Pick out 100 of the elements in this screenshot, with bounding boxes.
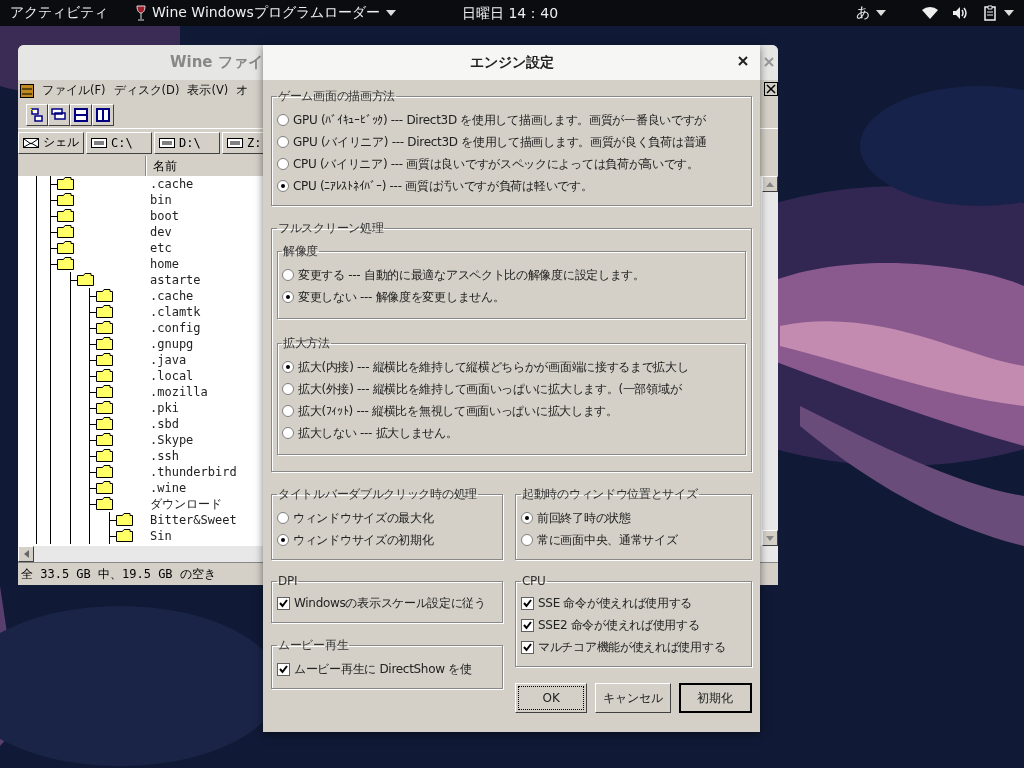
checkbox[interactable]	[277, 596, 290, 610]
checkbox[interactable]	[521, 640, 534, 654]
drive-icon	[227, 137, 243, 148]
activities-button[interactable]: アクティビティ	[10, 4, 108, 22]
file-name[interactable]: bin	[146, 193, 172, 207]
checkbox[interactable]	[521, 618, 534, 632]
cascade-icon[interactable]	[48, 103, 70, 126]
file-name[interactable]: .Skype	[146, 433, 194, 447]
file-name[interactable]: .local	[146, 369, 194, 383]
option-label: Windowsの表示スケール設定に従う	[294, 594, 486, 612]
group-title: CPU	[521, 574, 547, 588]
file-name[interactable]: .pki	[146, 401, 179, 415]
option-label: ウィンドウサイズの初期化	[293, 531, 434, 549]
tile-vertical-icon[interactable]	[92, 103, 114, 126]
file-name[interactable]: .wine	[146, 481, 187, 495]
file-name[interactable]: .sbd	[146, 417, 179, 431]
file-name[interactable]: etc	[146, 241, 172, 255]
drawer-icon[interactable]	[20, 83, 34, 98]
tree-view-icon[interactable]	[26, 103, 48, 126]
drive-icon	[23, 137, 39, 148]
option-label: マルチコア機能が使えれば使用する	[538, 638, 726, 656]
file-name[interactable]: .cache	[146, 177, 194, 191]
radio-button[interactable]	[277, 180, 289, 192]
file-name[interactable]: .java	[146, 353, 187, 367]
clipboard-icon[interactable]	[984, 5, 996, 21]
file-name[interactable]: ダウンロード	[146, 495, 222, 513]
group-title: ゲーム画面の描画方法	[277, 88, 396, 105]
caret-icon	[876, 10, 886, 16]
app-menu[interactable]: Wine Windowsプログラムローダー	[136, 4, 396, 22]
radio-button[interactable]	[282, 361, 294, 373]
group-title: 拡大方法	[282, 335, 331, 352]
option-label: SSE 命令が使えれば使用する	[538, 594, 693, 612]
checkbox[interactable]	[521, 596, 534, 610]
option-label: 前回終了時の状態	[537, 509, 631, 527]
radio-button[interactable]	[282, 427, 294, 439]
option-label: GPU (バイリニア) --- Direct3D を使用して描画します。画質が良く負荷は普通	[293, 133, 707, 151]
radio-button[interactable]	[277, 534, 289, 546]
menu-item[interactable]: 表示(V)	[187, 83, 229, 98]
drive-icon	[91, 137, 107, 148]
dialog-button[interactable]: OK	[515, 683, 588, 713]
checkbox[interactable]	[277, 662, 290, 676]
file-name[interactable]: home	[146, 257, 179, 271]
file-name[interactable]: .cache	[146, 289, 194, 303]
file-name[interactable]: boot	[146, 209, 179, 223]
drive-icon	[159, 137, 175, 148]
left-arrow-icon[interactable]	[23, 550, 29, 558]
wine-glass-icon	[136, 5, 146, 21]
volume-icon[interactable]	[952, 6, 968, 20]
caret-icon	[1004, 10, 1014, 16]
drive-tab[interactable]: D:\	[154, 131, 220, 154]
dialog-button[interactable]: キャンセル	[595, 683, 671, 713]
radio-button[interactable]	[282, 269, 294, 281]
input-method-menu[interactable]: あ	[856, 4, 886, 22]
window-title: Wine ファイ	[170, 53, 263, 72]
file-name[interactable]: astarte	[146, 273, 201, 287]
radio-button[interactable]	[277, 512, 289, 524]
option-label: ムービー再生に DirectShow を使	[294, 660, 472, 678]
option-label: ウィンドウサイズの最大化	[293, 509, 434, 527]
radio-button[interactable]	[277, 114, 289, 126]
option-label: 常に画面中央、通常サイズ	[537, 531, 678, 549]
drive-tab[interactable]: C:\	[86, 131, 152, 154]
radio-button[interactable]	[282, 291, 294, 303]
file-name[interactable]: .mozilla	[146, 385, 208, 399]
group-title: タイトルバーダブルクリック時の処理	[277, 486, 478, 503]
group-title: 起動時のウィンドウ位置とサイズ	[521, 486, 699, 503]
menu-item[interactable]: ディスク(D)	[113, 83, 180, 98]
caret-icon	[385, 10, 396, 16]
file-name[interactable]: .config	[146, 321, 201, 335]
tile-horizontal-icon[interactable]	[70, 103, 92, 126]
option-label: CPU (ﾆｱﾚｽﾄﾈｲﾊﾞｰ) --- 画質は汚いですが負荷は軽いです。	[293, 177, 593, 195]
radio-button[interactable]	[521, 512, 533, 524]
file-name[interactable]: dev	[146, 225, 172, 239]
radio-button[interactable]	[521, 534, 533, 546]
file-name[interactable]: .thunderbird	[146, 465, 237, 479]
drive-tab[interactable]: シェル	[18, 131, 84, 154]
option-label: 変更しない --- 解像度を変更しません。	[298, 288, 505, 306]
group-title: DPI	[277, 574, 299, 588]
close-icon[interactable]	[738, 56, 748, 66]
option-label: 拡大(ﾌｨｯﾄ) --- 縦横比を無視して画面いっぱいに拡大します。	[298, 402, 618, 420]
clock[interactable]: 日曜日 14：40	[462, 5, 559, 23]
menu-item[interactable]: オ	[236, 83, 249, 98]
dialog-title: エンジン設定	[469, 53, 554, 72]
radio-button[interactable]	[282, 383, 294, 395]
file-name[interactable]: .clamtk	[146, 305, 201, 319]
option-label: GPU (ﾊﾞｲｷｭｰﾋﾞｯｸ) --- Direct3D を使用して描画します。画質が一番良いですが	[293, 111, 707, 129]
option-label: 拡大(内接) --- 縦横比を維持して縦横どちらかが画面端に接するまで拡大し	[298, 358, 689, 376]
dialog-button[interactable]: 初期化	[678, 683, 752, 713]
radio-button[interactable]	[282, 405, 294, 417]
file-name[interactable]: .ssh	[146, 449, 179, 463]
radio-button[interactable]	[277, 136, 289, 148]
group-title: ムービー再生	[277, 637, 350, 654]
file-name[interactable]: .gnupg	[146, 337, 194, 351]
radio-button[interactable]	[277, 158, 289, 170]
close-button[interactable]	[764, 82, 778, 96]
status-text: 全 33.5 GB 中、19.5 GB の空き	[21, 565, 216, 583]
menu-item[interactable]: ファイル(F)	[42, 83, 106, 98]
wifi-icon[interactable]	[922, 6, 938, 20]
group-title: 解像度	[282, 243, 320, 260]
file-name[interactable]: Sin	[146, 529, 172, 543]
file-name[interactable]: Bitter&Sweet	[146, 513, 237, 527]
